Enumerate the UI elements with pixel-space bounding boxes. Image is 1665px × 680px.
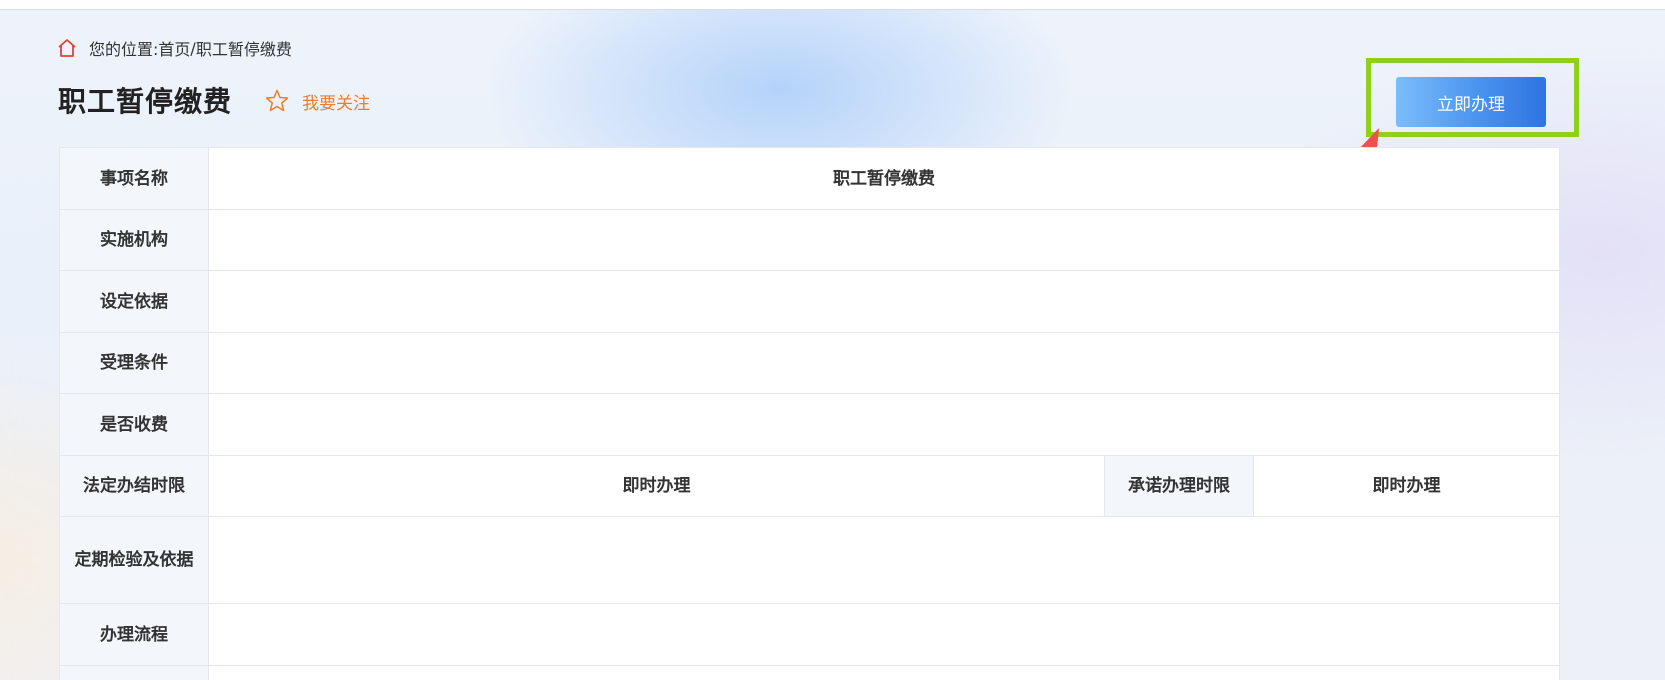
table-row: 是否收费 <box>59 393 1561 456</box>
row-label: 办理流程 <box>59 603 209 666</box>
info-table: 事项名称 职工暂停缴费 实施机构 设定依据 受理条件 是否收费 法定办结时限 即… <box>59 147 1561 680</box>
row-value <box>207 393 1561 456</box>
row-value <box>207 665 1561 680</box>
row-label: 事项名称 <box>59 147 209 210</box>
breadcrumb: 您的位置: 首页 / 职工暂停缴费 <box>57 37 292 59</box>
row-label: 设定依据 <box>59 270 209 333</box>
row-label: 法定办结时限 <box>59 455 209 517</box>
row-value <box>207 270 1561 333</box>
star-icon <box>265 89 289 112</box>
apply-now-button[interactable]: 立即办理 <box>1396 77 1546 127</box>
table-row: 实施机构 <box>59 209 1561 271</box>
table-row: 事项名称 职工暂停缴费 <box>59 147 1561 210</box>
table-row: 受理条件 <box>59 332 1561 394</box>
row-label-secondary: 承诺办理时限 <box>1104 455 1254 517</box>
breadcrumb-current: 职工暂停缴费 <box>195 40 292 59</box>
table-row: 定期检验及依据 <box>59 516 1561 604</box>
row-value <box>207 332 1561 394</box>
follow-label: 我要关注 <box>302 93 370 114</box>
row-value <box>207 516 1561 604</box>
breadcrumb-home-link[interactable]: 首页 <box>158 36 190 60</box>
table-row: 法定办结时限 即时办理 承诺办理时限 即时办理 <box>59 455 1561 517</box>
row-value-secondary: 即时办理 <box>1252 455 1561 517</box>
row-label: 是否收费 <box>59 393 209 456</box>
row-label: 实施机构 <box>59 209 209 271</box>
table-row: 设定依据 <box>59 270 1561 333</box>
row-value <box>207 209 1561 271</box>
row-label: 定期检验及依据 <box>59 516 209 604</box>
table-row <box>59 665 1561 680</box>
home-icon <box>58 39 76 57</box>
breadcrumb-prefix: 您的位置: <box>89 40 159 59</box>
row-value: 职工暂停缴费 <box>207 147 1561 210</box>
page-title: 职工暂停缴费 <box>58 85 233 118</box>
row-label: 受理条件 <box>59 332 209 394</box>
row-value <box>207 603 1561 666</box>
row-value: 即时办理 <box>208 455 1105 517</box>
row-label <box>59 665 209 680</box>
follow-button[interactable]: 我要关注 <box>264 88 370 114</box>
top-strip <box>0 0 1665 10</box>
table-row: 办理流程 <box>59 603 1561 666</box>
